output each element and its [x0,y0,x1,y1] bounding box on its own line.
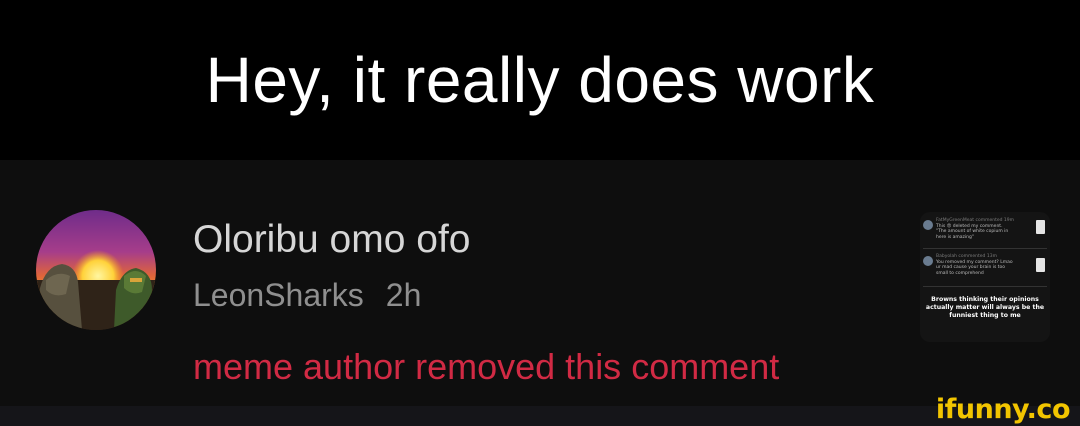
author-name[interactable]: LeonSharks [193,277,364,313]
thumb-delete-icon [1036,258,1045,272]
caption-text: Hey, it really does work [205,44,875,116]
thumb-delete-icon [1036,220,1045,234]
thumb-divider [923,248,1047,249]
thumb-caption-line: funniest thing to me [949,312,1021,320]
thumb-caption: Browns thinking their opinions actually … [920,296,1050,321]
thumb-avatar [923,256,933,266]
comment-meta: LeonSharks 2h [193,276,421,314]
timestamp: 2h [385,277,422,313]
thumb-comment-2: Babyolah commented 13m You removed my co… [936,254,1036,276]
avatar-image [36,210,156,330]
meme-thumbnail[interactable]: FatMyGreenMeat commented 19m This 😡 dele… [920,212,1050,342]
username[interactable]: Oloribu omo ofo [193,218,470,262]
user-avatar[interactable] [36,210,156,330]
meme-caption: Hey, it really does work [0,0,1080,160]
removed-status-text: meme author removed this comment [193,346,780,387]
notification-card[interactable]: Oloribu omo ofo LeonSharks 2h meme author… [0,160,1080,406]
thumb-comment-1: FatMyGreenMeat commented 19m This 😡 dele… [936,218,1036,240]
ifunny-watermark: ifunny.co [935,394,1071,425]
thumb-avatar [923,220,933,230]
thumb-caption-line: Browns thinking their opinions [931,296,1039,303]
thumb-comment-1-line: here is amazing" [936,234,974,240]
footer-strip [0,406,1080,426]
thumb-caption-line: actually matter will always be the [925,304,1045,312]
thumb-divider [923,286,1047,287]
thumb-comment-2-line: small to comprehend [936,270,984,276]
